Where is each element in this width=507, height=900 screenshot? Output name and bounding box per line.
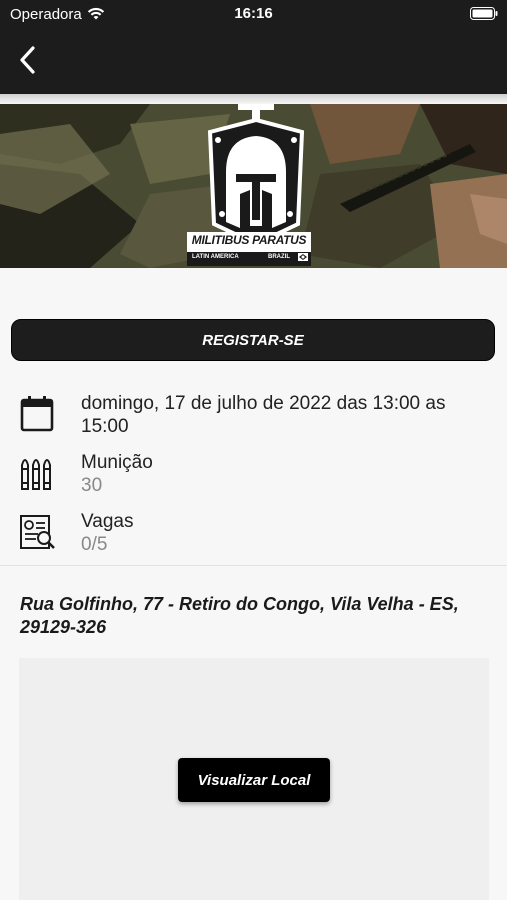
slots-row: Vagas 0/5	[18, 510, 498, 560]
ammo-label: Munição	[81, 452, 153, 473]
status-time: 16:16	[234, 5, 273, 22]
event-date-row: domingo, 17 de julho de 2022 das 13:00 a…	[18, 392, 498, 442]
logo-subtitle-left: LATIN AMERICA	[192, 254, 239, 260]
event-address: Rua Golfinho, 77 - Retiro do Congo, Vila…	[20, 594, 459, 637]
status-bar: Operadora 16:16	[0, 0, 507, 28]
document-search-icon	[20, 515, 55, 549]
battery-icon	[470, 7, 498, 20]
logo-subtitle-right: BRAZIL	[268, 254, 290, 260]
nav-shadow	[0, 94, 507, 104]
ammo-icon	[21, 459, 51, 490]
logo-name: MILITIBUS PARATUS	[191, 233, 307, 247]
ammo-text: Munição 30	[81, 451, 491, 497]
calendar-icon	[20, 396, 54, 432]
event-date-text: domingo, 17 de julho de 2022 das 13:00 a…	[81, 393, 446, 437]
section-divider	[0, 565, 507, 566]
brazil-flag-icon	[298, 253, 308, 261]
slots-text: Vagas 0/5	[81, 510, 491, 556]
event-banner: MILITIBUS PARATUS LATIN AMERICA BRAZIL	[0, 104, 507, 268]
ammo-value: 30	[81, 475, 103, 496]
navigation-bar	[0, 28, 507, 94]
slots-value: 0/5	[81, 534, 108, 555]
view-location-button[interactable]: Visualizar Local	[178, 758, 330, 802]
slots-label: Vagas	[81, 511, 134, 532]
chevron-left-icon[interactable]	[14, 42, 44, 78]
ammo-row: Munição 30	[18, 451, 498, 501]
register-button[interactable]: REGISTAR-SE	[11, 319, 495, 361]
